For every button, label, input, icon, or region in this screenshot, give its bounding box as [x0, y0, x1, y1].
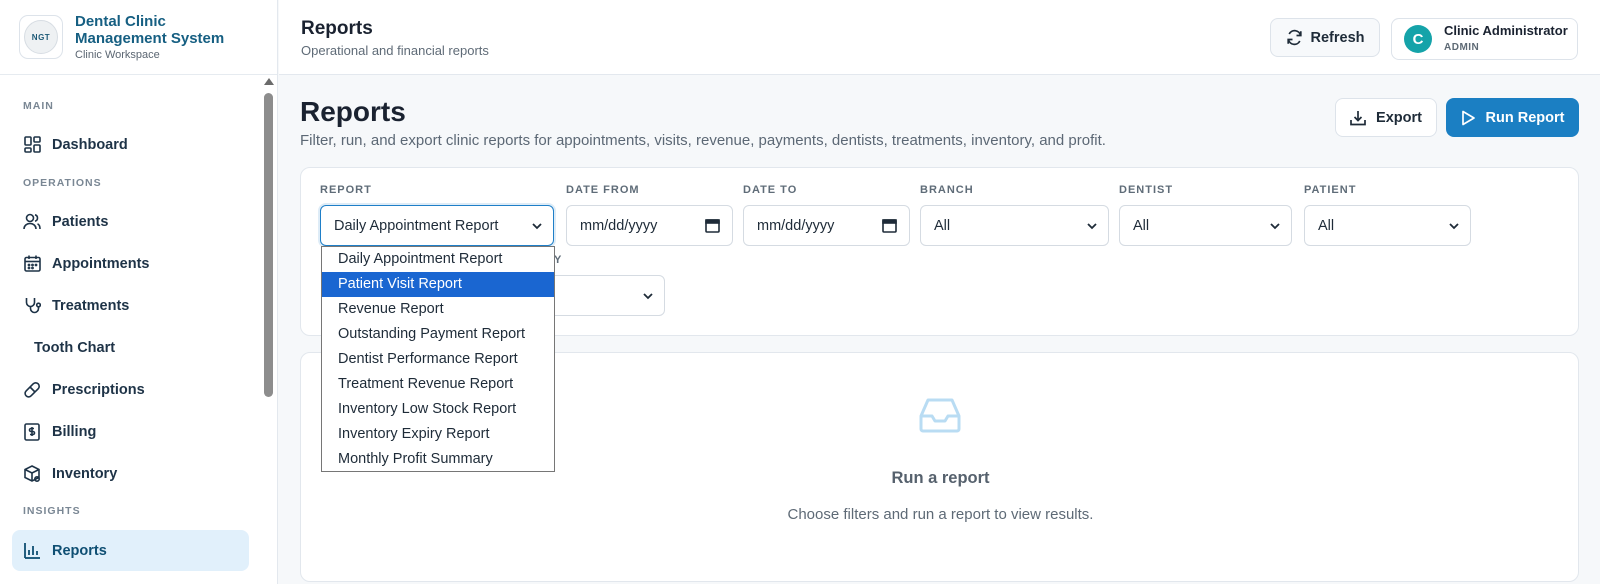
dentist-select[interactable]: All: [1119, 205, 1292, 246]
report-select-value: Daily Appointment Report: [334, 217, 499, 234]
nav-section-operations: OPERATIONS: [23, 177, 102, 189]
sidebar-item-label: Dashboard: [52, 136, 128, 153]
date-to-value: mm/dd/yyyy: [757, 217, 835, 234]
branch-label: BRANCH: [920, 184, 974, 196]
nav-section-main: MAIN: [23, 100, 54, 112]
brand-title-line1: Dental Clinic: [75, 13, 166, 30]
logo-text: NGT: [24, 20, 58, 54]
sidebar-item-treatments[interactable]: Treatments: [12, 285, 249, 326]
report-label: REPORT: [320, 184, 372, 196]
calendar-icon: [23, 255, 41, 273]
clinic-logo: NGT: [19, 15, 63, 59]
sidebar-item-tooth-chart[interactable]: Tooth Chart: [12, 327, 249, 368]
receipt-icon: [23, 422, 41, 441]
patient-select-value: All: [1318, 217, 1335, 234]
chevron-down-icon: [531, 220, 543, 236]
grid-icon: [23, 136, 41, 154]
inbox-icon: [918, 396, 962, 439]
report-option[interactable]: Treatment Revenue Report: [322, 372, 554, 397]
report-option[interactable]: Patient Visit Report: [322, 272, 554, 297]
report-option[interactable]: Monthly Profit Summary: [322, 447, 554, 472]
sidebar-item-label: Treatments: [52, 297, 130, 314]
report-option[interactable]: Revenue Report: [322, 297, 554, 322]
stethoscope-icon: [23, 297, 41, 315]
download-icon: [1350, 110, 1366, 126]
chevron-down-icon: [1086, 220, 1098, 236]
sidebar-item-appointments[interactable]: Appointments: [12, 243, 249, 284]
report-option[interactable]: Daily Appointment Report: [322, 247, 554, 272]
refresh-button[interactable]: Refresh: [1270, 18, 1380, 57]
sidebar-item-prescriptions[interactable]: Prescriptions: [12, 369, 249, 410]
branch-select[interactable]: All: [920, 205, 1109, 246]
sidebar-scrollbar[interactable]: [264, 78, 274, 584]
sidebar-item-label: Patients: [52, 213, 109, 230]
refresh-label: Refresh: [1310, 29, 1365, 46]
branch-select-value: All: [934, 217, 951, 234]
brand-title-line2: Management System: [75, 30, 225, 47]
report-option[interactable]: Outstanding Payment Report: [322, 322, 554, 347]
dentist-label: DENTIST: [1119, 184, 1174, 196]
sidebar-item-dashboard[interactable]: Dashboard: [12, 124, 249, 165]
date-from-input[interactable]: mm/dd/yyyy: [566, 205, 733, 246]
sidebar-item-label: Reports: [52, 542, 107, 559]
date-from-label: DATE FROM: [566, 184, 640, 196]
sidebar-item-label: Tooth Chart: [34, 339, 116, 356]
report-option[interactable]: Inventory Low Stock Report: [322, 397, 554, 422]
play-icon: [1461, 110, 1476, 126]
partial-filter-select[interactable]: [536, 275, 665, 316]
dentist-select-value: All: [1133, 217, 1150, 234]
sidebar-item-label: Billing: [52, 423, 97, 440]
run-report-button[interactable]: Run Report: [1446, 98, 1579, 137]
refresh-icon: [1286, 29, 1303, 46]
page-title: Reports: [300, 96, 406, 127]
sidebar-item-patients[interactable]: Patients: [12, 201, 249, 242]
top-header: Reports Operational and financial report…: [279, 0, 1600, 75]
sidebar-item-inventory[interactable]: Inventory: [12, 453, 249, 494]
header-title: Reports: [301, 18, 373, 39]
header-subtitle: Operational and financial reports: [301, 43, 489, 58]
scroll-thumb[interactable]: [264, 93, 273, 397]
brand-subtitle: Clinic Workspace: [75, 49, 160, 61]
partial-filter-label: Y: [554, 254, 563, 266]
date-to-input[interactable]: mm/dd/yyyy: [743, 205, 910, 246]
report-select[interactable]: Daily Appointment Report: [320, 205, 554, 246]
pill-icon: [23, 381, 41, 399]
bar-chart-icon: [23, 542, 41, 560]
user-name: Clinic Administrator: [1444, 23, 1568, 38]
sidebar-item-label: Inventory: [52, 465, 118, 482]
report-option[interactable]: Inventory Expiry Report: [322, 422, 554, 447]
date-to-label: DATE TO: [743, 184, 798, 196]
box-icon: [23, 464, 41, 483]
avatar: C: [1404, 25, 1432, 53]
sidebar-item-label: Prescriptions: [52, 381, 145, 398]
brand: NGT Dental Clinic Management System Clin…: [0, 0, 277, 75]
patient-label: PATIENT: [1304, 184, 1357, 196]
date-from-value: mm/dd/yyyy: [580, 217, 658, 234]
export-label: Export: [1376, 109, 1422, 126]
run-report-label: Run Report: [1485, 109, 1565, 126]
report-dropdown-list[interactable]: Daily Appointment Report Patient Visit R…: [321, 246, 555, 472]
empty-state-description: Choose filters and run a report to view …: [787, 506, 1094, 523]
export-button[interactable]: Export: [1335, 98, 1437, 137]
chevron-down-icon: [1269, 220, 1281, 236]
chevron-down-icon: [1448, 220, 1460, 236]
scroll-up-arrow-icon[interactable]: [264, 78, 274, 85]
chevron-down-icon: [642, 290, 654, 306]
sidebar-item-reports[interactable]: Reports: [12, 530, 249, 571]
sidebar-item-billing[interactable]: Billing: [12, 411, 249, 452]
patient-select[interactable]: All: [1304, 205, 1471, 246]
sidebar: NGT Dental Clinic Management System Clin…: [0, 0, 278, 584]
report-option[interactable]: Dentist Performance Report: [322, 347, 554, 372]
sidebar-item-label: Appointments: [52, 255, 150, 272]
calendar-icon[interactable]: [705, 218, 720, 237]
user-menu[interactable]: C Clinic Administrator ADMIN: [1391, 18, 1578, 60]
user-role: ADMIN: [1444, 42, 1480, 53]
calendar-icon[interactable]: [882, 218, 897, 237]
page-description: Filter, run, and export clinic reports f…: [300, 132, 1106, 149]
nav-section-insights: INSIGHTS: [23, 505, 81, 517]
users-icon: [23, 213, 41, 231]
